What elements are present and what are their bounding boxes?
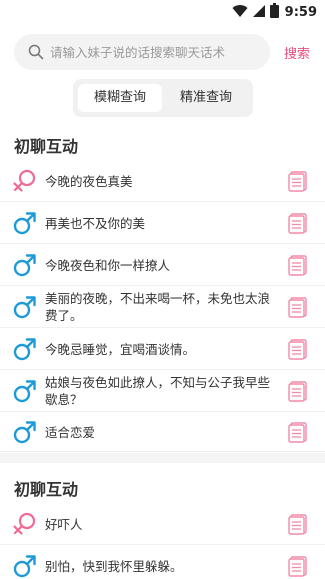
wifi-icon	[232, 3, 248, 22]
copy-icon[interactable]	[287, 380, 309, 406]
query-mode-segmented-control: 模糊查询 精准查询	[73, 79, 253, 117]
status-bar: 9:59	[0, 0, 325, 24]
section-divider	[0, 453, 325, 463]
copy-icon[interactable]	[287, 513, 309, 539]
copy-icon[interactable]	[287, 338, 309, 364]
list-item[interactable]: 好吓人	[0, 503, 325, 545]
copy-icon[interactable]	[287, 555, 309, 579]
list-item[interactable]: 别怕，快到我怀里躲躲。	[0, 545, 325, 579]
list-item[interactable]: 再美也不及你的美	[0, 202, 325, 244]
search-button[interactable]: 搜索	[284, 43, 310, 62]
list-item[interactable]: 美丽的夜晚，不出来喝一杯，未免也太浪费了。	[0, 286, 325, 328]
list-item-text: 美丽的夜晚，不出来喝一杯，未免也太浪费了。	[45, 291, 271, 323]
signal-icon	[252, 3, 266, 22]
list-item-text: 今晚的夜色真美	[45, 174, 133, 189]
copy-icon[interactable]	[287, 212, 309, 238]
male-symbol-icon	[12, 553, 38, 579]
male-symbol-icon	[12, 378, 38, 408]
list-item-text: 今晚夜色和你一样撩人	[45, 258, 171, 273]
search-row: 搜索	[0, 34, 325, 70]
male-symbol-icon	[12, 294, 38, 324]
list-item-text: 姑娘与夜色如此撩人，不知与公子我早些歇息？	[45, 375, 271, 407]
copy-icon[interactable]	[287, 170, 309, 196]
list-item[interactable]: 今晚忌睡觉，宜喝酒谈情。	[0, 328, 325, 370]
list-item[interactable]: 姑娘与夜色如此撩人，不知与公子我早些歇息？	[0, 370, 325, 412]
status-time: 9:59	[284, 4, 317, 20]
search-icon	[28, 44, 44, 64]
copy-icon[interactable]	[287, 421, 309, 447]
list-item[interactable]: 今晚夜色和你一样撩人	[0, 244, 325, 286]
list-item-text: 别怕，快到我怀里躲躲。	[45, 559, 183, 574]
list-item-text: 好吓人	[45, 517, 83, 532]
male-symbol-icon	[12, 336, 38, 366]
list-item-text: 今晚忌睡觉，宜喝酒谈情。	[45, 342, 196, 357]
female-symbol-icon	[12, 511, 38, 541]
section-title: 初聊互动	[14, 480, 79, 499]
male-symbol-icon	[12, 252, 38, 282]
male-symbol-icon	[12, 210, 38, 240]
search-input[interactable]	[50, 34, 262, 70]
copy-icon[interactable]	[287, 254, 309, 280]
battery-icon	[269, 2, 279, 22]
search-box[interactable]	[14, 34, 270, 70]
list-item-text: 适合恋爱	[45, 425, 96, 440]
list-item[interactable]: 今晚的夜色真美	[0, 160, 325, 202]
tab-fuzzy-query[interactable]: 模糊查询	[78, 84, 162, 112]
male-symbol-icon	[12, 419, 38, 449]
list-item-text: 再美也不及你的美	[45, 216, 146, 231]
female-symbol-icon	[12, 168, 38, 198]
section-title: 初聊互动	[14, 137, 79, 156]
list-item[interactable]: 适合恋爱	[0, 412, 325, 452]
tab-exact-query[interactable]: 精准查询	[164, 84, 248, 112]
copy-icon[interactable]	[287, 296, 309, 322]
